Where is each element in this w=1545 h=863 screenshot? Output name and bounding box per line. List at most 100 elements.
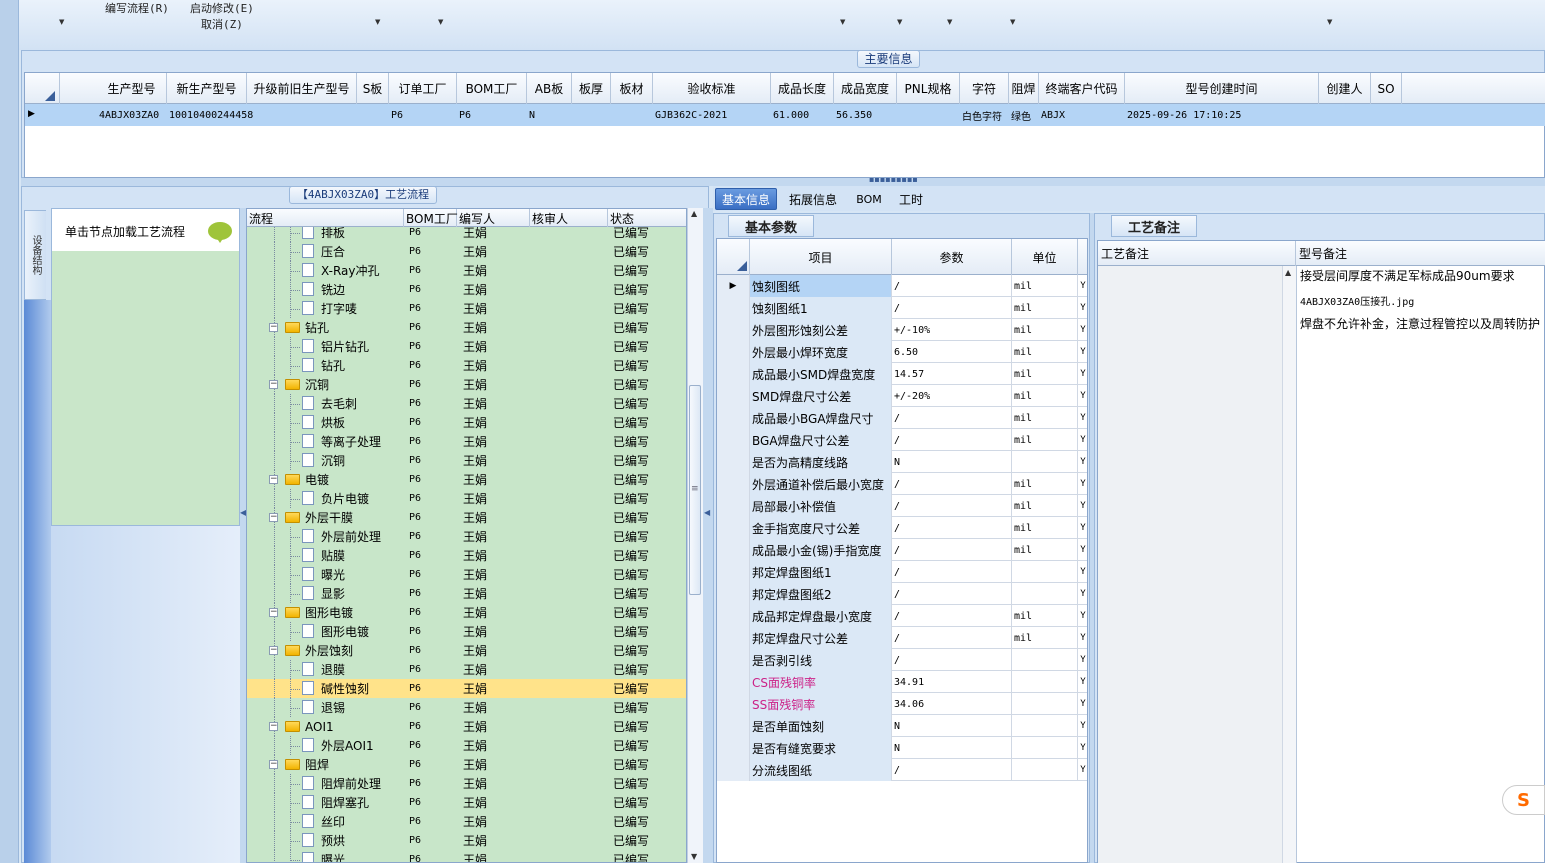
param-value[interactable]: 6.50 [892, 341, 1012, 363]
collapse-toggle-icon[interactable]: − [269, 380, 278, 389]
dropdown-arrow-icon[interactable]: ▼ [438, 18, 443, 26]
params-row[interactable]: 外层通道补偿后最小宽度 / mil Y [717, 473, 1087, 495]
param-value[interactable]: / [892, 605, 1012, 627]
grid-cell[interactable] [1373, 104, 1402, 126]
collapse-toggle-icon[interactable]: − [269, 513, 278, 522]
param-value[interactable]: / [892, 759, 1012, 781]
tree-row[interactable]: 图形电镀 P6 王娟 已编写 [247, 622, 686, 641]
params-row[interactable]: 是否为高精度线路 N Y [717, 451, 1087, 473]
splitter-arrow-icon[interactable]: ◀ [704, 508, 710, 517]
grid-cell[interactable]: N [529, 104, 572, 126]
params-row[interactable]: 外层最小焊环宽度 6.50 mil Y [717, 341, 1087, 363]
collapse-toggle-icon[interactable]: − [269, 760, 278, 769]
tree-row[interactable]: 退锡 P6 王娟 已编写 [247, 698, 686, 717]
param-value[interactable]: / [892, 649, 1012, 671]
grid-cell[interactable] [613, 104, 653, 126]
params-row[interactable]: 是否剥引线 / Y [717, 649, 1087, 671]
collapse-toggle-icon[interactable]: − [269, 722, 278, 731]
grid-cell[interactable] [1321, 104, 1371, 126]
params-row[interactable]: SS面残铜率 34.06 Y [717, 693, 1087, 715]
param-value[interactable]: / [892, 275, 1012, 297]
params-row[interactable]: ▶ 蚀刻图纸 / mil Y [717, 275, 1087, 297]
param-value[interactable]: 34.06 [892, 693, 1012, 715]
tree-row[interactable]: 预烘 P6 王娟 已编写 [247, 831, 686, 850]
scroll-down-icon[interactable]: ▼ [691, 852, 697, 861]
param-value[interactable]: / [892, 517, 1012, 539]
params-row[interactable]: CS面残铜率 34.91 Y [717, 671, 1087, 693]
side-tab-equipment[interactable]: 设备结构 [24, 210, 46, 300]
tree-row[interactable]: 阻焊前处理 P6 王娟 已编写 [247, 774, 686, 793]
scroll-up-icon[interactable]: ▲ [691, 209, 697, 218]
param-value[interactable]: +/-20% [892, 385, 1012, 407]
grid-cell[interactable] [249, 104, 357, 126]
param-value[interactable]: / [892, 495, 1012, 517]
grid-cell[interactable]: 2025-09-26 17:10:25 [1127, 104, 1319, 126]
param-value[interactable]: / [892, 429, 1012, 451]
tab-extended-info[interactable]: 拓展信息 [783, 188, 843, 210]
params-row[interactable]: 蚀刻图纸1/mil Y [717, 297, 1087, 319]
grid-cell[interactable]: P6 [391, 104, 457, 126]
tree-row[interactable]: 烘板 P6 王娟 已编写 [247, 413, 686, 432]
tree-row[interactable]: 沉铜 P6 王娟 已编写 [247, 451, 686, 470]
grid-cell[interactable] [359, 104, 389, 126]
grid-cell[interactable]: 10010400244458 [169, 104, 253, 126]
dropdown-arrow-icon[interactable]: ▼ [947, 18, 952, 26]
tree-row[interactable]: 曝光 P6 王娟 已编写 [247, 565, 686, 584]
tree-row[interactable]: 负片电镀 P6 王娟 已编写 [247, 489, 686, 508]
tree-row[interactable]: 去毛刺 P6 王娟 已编写 [247, 394, 686, 413]
horizontal-splitter[interactable]: ▪▪▪▪▪▪▪▪▪ [21, 175, 1545, 186]
tree-row[interactable]: − 钻孔 P6 王娟 已编写 [247, 318, 686, 337]
scroll-thumb[interactable]: ≡ [689, 385, 701, 595]
grid-cell[interactable]: 4ABJX03ZA0 [99, 104, 167, 126]
dropdown-arrow-icon[interactable]: ▼ [1327, 18, 1332, 26]
model-remarks-cell[interactable]: 接受层间厚度不满足军标成品90um要求 4ABJX03ZA0压接孔.jpg 焊盘… [1296, 266, 1545, 863]
param-value[interactable]: / [892, 539, 1012, 561]
tree-row[interactable]: 外层前处理 P6 王娟 已编写 [247, 527, 686, 546]
param-value[interactable]: / [892, 627, 1012, 649]
tree-row[interactable]: 退膜 P6 王娟 已编写 [247, 660, 686, 679]
tree-row[interactable]: 铝片钻孔 P6 王娟 已编写 [247, 337, 686, 356]
params-row[interactable]: 成品最小BGA焊盘尺寸 / mil Y [717, 407, 1087, 429]
param-value[interactable]: / [892, 583, 1012, 605]
tree-row[interactable]: 铣边 P6 王娟 已编写 [247, 280, 686, 299]
tree-row[interactable]: 曝光 P6 王娟 已编写 [247, 850, 686, 862]
dropdown-arrow-icon[interactable]: ▼ [897, 18, 902, 26]
tree-row[interactable]: 压合 P6 王娟 已编写 [247, 242, 686, 261]
remarks-scrollbar[interactable]: ▲ [1282, 266, 1296, 863]
vertical-splitter-2[interactable]: ◀ [703, 208, 713, 863]
tree-row[interactable]: − 电镀 P6 王娟 已编写 [247, 470, 686, 489]
param-value[interactable]: 14.57 [892, 363, 1012, 385]
param-value[interactable]: N [892, 737, 1012, 759]
params-row[interactable]: 成品邦定焊盘最小宽度 / mil Y [717, 605, 1087, 627]
start-modify-button[interactable]: 启动修改(E) [190, 0, 254, 16]
param-value[interactable]: / [892, 473, 1012, 495]
params-row[interactable]: 是否有缝宽要求 N Y [717, 737, 1087, 759]
tree-row[interactable]: 打字唛 P6 王娟 已编写 [247, 299, 686, 318]
params-row[interactable]: 分流线图纸 / Y [717, 759, 1087, 781]
params-row[interactable]: 邦定焊盘图纸1/ Y [717, 561, 1087, 583]
input-method-float-icon[interactable]: S [1502, 785, 1545, 815]
params-row[interactable]: 局部最小补偿值 / mil Y [717, 495, 1087, 517]
grid-cell[interactable]: P6 [459, 104, 527, 126]
params-row[interactable]: 成品最小SMD焊盘宽度 14.57 mil Y [717, 363, 1087, 385]
params-row[interactable]: 外层图形蚀刻公差 +/-10% mil Y [717, 319, 1087, 341]
grid-cell[interactable] [574, 104, 611, 126]
subtab-basic-params[interactable]: 基本参数 [728, 215, 814, 237]
dropdown-arrow-icon[interactable]: ▼ [375, 18, 380, 26]
collapse-toggle-icon[interactable]: − [269, 475, 278, 484]
tree-row[interactable]: 钻孔 P6 王娟 已编写 [247, 356, 686, 375]
tree-row[interactable]: X-Ray冲孔 P6 王娟 已编写 [247, 261, 686, 280]
grid-cell[interactable]: GJB362C-2021 [655, 104, 771, 126]
params-row[interactable]: 是否单面蚀刻 N Y [717, 715, 1087, 737]
params-row[interactable]: 成品最小金(锡)手指宽度 / mil Y [717, 539, 1087, 561]
param-value[interactable]: +/-10% [892, 319, 1012, 341]
params-row[interactable]: 邦定焊盘图纸2/ Y [717, 583, 1087, 605]
tree-row[interactable]: 丝印 P6 王娟 已编写 [247, 812, 686, 831]
cancel-button[interactable]: 取消(Z) [201, 16, 243, 32]
tree-row[interactable]: 等离子处理 P6 王娟 已编写 [247, 432, 686, 451]
grid-cell[interactable] [899, 104, 960, 126]
param-value[interactable]: N [892, 451, 1012, 473]
subtab-process-remarks[interactable]: 工艺备注 [1111, 215, 1197, 237]
params-row[interactable]: SMD焊盘尺寸公差 +/-20% mil Y [717, 385, 1087, 407]
edit-flow-button[interactable]: 编写流程(R) [105, 0, 169, 16]
